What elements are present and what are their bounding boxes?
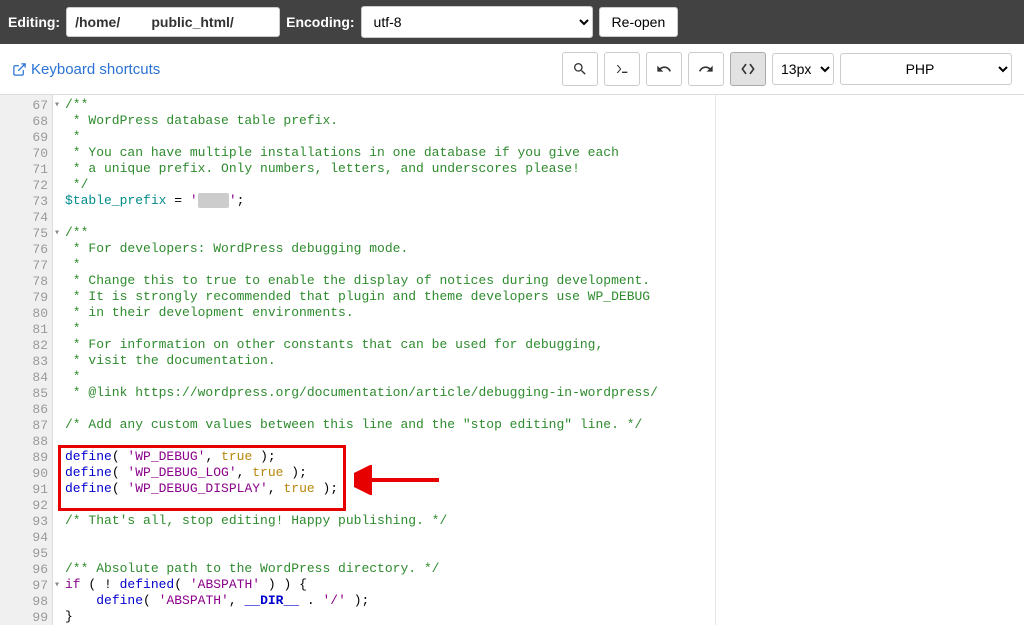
code-line[interactable]: [65, 209, 1024, 225]
line-number: 85: [0, 385, 52, 401]
line-number: 89: [0, 449, 52, 465]
line-number: 87: [0, 417, 52, 433]
code-line[interactable]: [65, 529, 1024, 545]
line-number: 77: [0, 257, 52, 273]
code-line[interactable]: define( 'ABSPATH', __DIR__ . '/' );: [65, 593, 1024, 609]
wrap-button[interactable]: [730, 52, 766, 86]
line-number: 68: [0, 113, 52, 129]
code-line[interactable]: *: [65, 369, 1024, 385]
line-number: 72: [0, 177, 52, 193]
code-line[interactable]: [65, 433, 1024, 449]
line-number: 74: [0, 209, 52, 225]
gutter: 67▾6869707172737475▾76777879808182838485…: [0, 95, 53, 625]
language-select[interactable]: PHP: [840, 53, 1012, 85]
line-number: 92: [0, 497, 52, 513]
print-margin: [715, 95, 716, 625]
keyboard-shortcuts-link[interactable]: Keyboard shortcuts: [12, 61, 160, 78]
line-number: 93: [0, 513, 52, 529]
line-number: 91: [0, 481, 52, 497]
code-line[interactable]: [65, 545, 1024, 561]
code-line[interactable]: /* That's all, stop editing! Happy publi…: [65, 513, 1024, 529]
code-line[interactable]: * For information on other constants tha…: [65, 337, 1024, 353]
code-line[interactable]: /**: [65, 225, 1024, 241]
redo-icon: [698, 61, 714, 77]
search-icon: [572, 61, 588, 77]
code-line[interactable]: define( 'WP_DEBUG_LOG', true );: [65, 465, 1024, 481]
code-line[interactable]: */: [65, 177, 1024, 193]
line-number: 67▾: [0, 97, 52, 113]
encoding-label: Encoding:: [286, 14, 354, 30]
code-line[interactable]: /* Add any custom values between this li…: [65, 417, 1024, 433]
line-number: 83: [0, 353, 52, 369]
editing-label: Editing:: [8, 14, 60, 30]
code-line[interactable]: * in their development environments.: [65, 305, 1024, 321]
code-line[interactable]: * a unique prefix. Only numbers, letters…: [65, 161, 1024, 177]
line-number: 99: [0, 609, 52, 625]
code-line[interactable]: define( 'WP_DEBUG_DISPLAY', true );: [65, 481, 1024, 497]
line-number: 98: [0, 593, 52, 609]
line-number: 75▾: [0, 225, 52, 241]
line-number: 76: [0, 241, 52, 257]
code-line[interactable]: }: [65, 609, 1024, 625]
encoding-select[interactable]: utf-8: [361, 6, 593, 38]
terminal-icon: [614, 61, 630, 77]
code-line[interactable]: * Change this to true to enable the disp…: [65, 273, 1024, 289]
line-number: 79: [0, 289, 52, 305]
code-line[interactable]: /** Absolute path to the WordPress direc…: [65, 561, 1024, 577]
line-number: 86: [0, 401, 52, 417]
code-line[interactable]: define( 'WP_DEBUG', true );: [65, 449, 1024, 465]
code-line[interactable]: /**: [65, 97, 1024, 113]
toolbar-right: 13px PHP: [562, 52, 1012, 86]
code-line[interactable]: * It is strongly recommended that plugin…: [65, 289, 1024, 305]
line-number: 78: [0, 273, 52, 289]
code-line[interactable]: * For developers: WordPress debugging mo…: [65, 241, 1024, 257]
code-line[interactable]: [65, 497, 1024, 513]
line-number: 71: [0, 161, 52, 177]
terminal-button[interactable]: [604, 52, 640, 86]
line-number: 94: [0, 529, 52, 545]
line-number: 95: [0, 545, 52, 561]
font-size-select[interactable]: 13px: [772, 53, 834, 85]
code-line[interactable]: $table_prefix = ' ';: [65, 193, 1024, 209]
reopen-button[interactable]: Re-open: [599, 7, 679, 37]
external-link-icon: [12, 62, 27, 77]
keyboard-shortcuts-label: Keyboard shortcuts: [31, 61, 160, 78]
code-line[interactable]: * You can have multiple installations in…: [65, 145, 1024, 161]
line-number: 90: [0, 465, 52, 481]
code-area[interactable]: /** * WordPress database table prefix. *…: [53, 95, 1024, 625]
undo-icon: [656, 61, 672, 77]
code-line[interactable]: *: [65, 257, 1024, 273]
code-line[interactable]: if ( ! defined( 'ABSPATH' ) ) {: [65, 577, 1024, 593]
code-line[interactable]: * visit the documentation.: [65, 353, 1024, 369]
line-number: 73: [0, 193, 52, 209]
code-line[interactable]: [65, 401, 1024, 417]
line-number: 80: [0, 305, 52, 321]
search-button[interactable]: [562, 52, 598, 86]
file-path-input[interactable]: [66, 7, 280, 37]
line-number: 88: [0, 433, 52, 449]
code-line[interactable]: *: [65, 321, 1024, 337]
top-bar: Editing: Encoding: utf-8 Re-open: [0, 0, 1024, 44]
code-line[interactable]: * WordPress database table prefix.: [65, 113, 1024, 129]
line-number: 69: [0, 129, 52, 145]
line-number: 96: [0, 561, 52, 577]
code-line[interactable]: *: [65, 129, 1024, 145]
editor: 67▾6869707172737475▾76777879808182838485…: [0, 95, 1024, 625]
undo-button[interactable]: [646, 52, 682, 86]
line-number: 82: [0, 337, 52, 353]
wrap-icon: [740, 61, 756, 77]
line-number: 70: [0, 145, 52, 161]
line-number: 81: [0, 321, 52, 337]
code-line[interactable]: * @link https://wordpress.org/documentat…: [65, 385, 1024, 401]
redo-button[interactable]: [688, 52, 724, 86]
line-number: 97▾: [0, 577, 52, 593]
toolbar: Keyboard shortcuts 13px PHP: [0, 44, 1024, 95]
line-number: 84: [0, 369, 52, 385]
